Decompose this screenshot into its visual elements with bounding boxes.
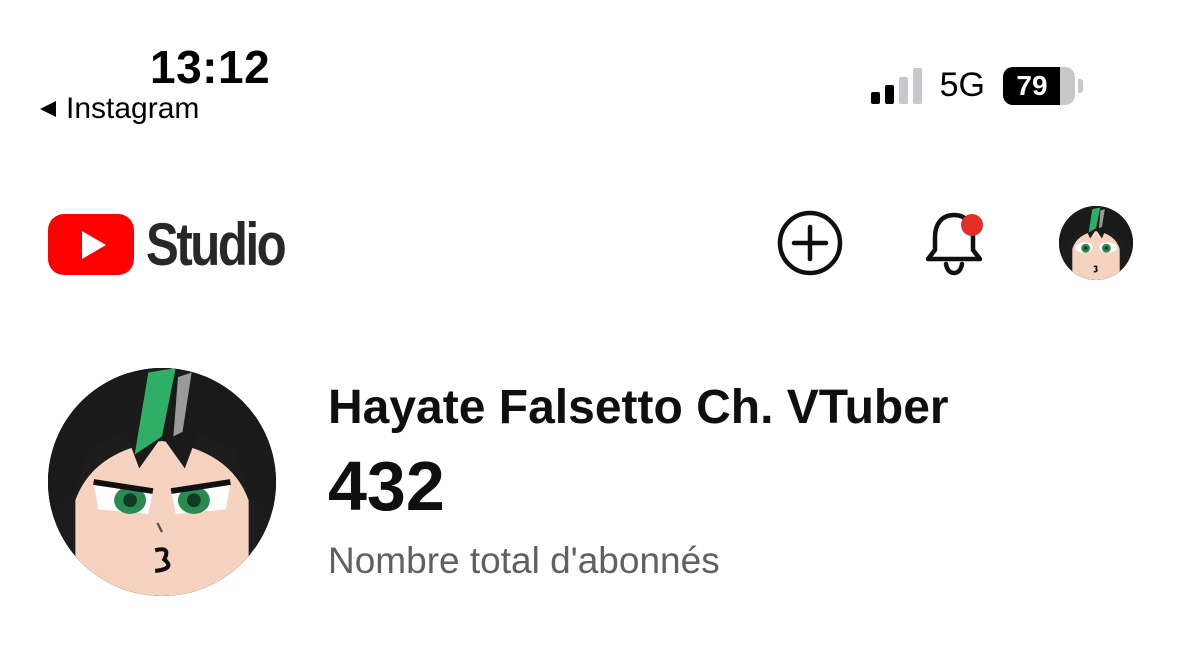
- create-plus-icon: [777, 210, 843, 276]
- studio-wordmark: Studio: [146, 211, 287, 278]
- avatar-image: [48, 368, 276, 596]
- avatar-image: [1059, 206, 1133, 280]
- battery-icon: 79: [1003, 66, 1083, 105]
- header-actions: [773, 206, 1133, 280]
- account-avatar[interactable]: [1059, 206, 1133, 280]
- channel-name: Hayate Falsetto Ch. VTuber: [328, 381, 949, 434]
- cellular-signal-icon: [870, 67, 922, 104]
- youtube-play-icon: [48, 214, 134, 275]
- youtube-studio-logo[interactable]: Studio: [48, 210, 315, 279]
- play-triangle-icon: [81, 230, 106, 259]
- subscriber-label: Nombre total d'abonnés: [328, 540, 720, 581]
- channel-summary: Hayate Falsetto Ch. VTuber 432 Nombre to…: [48, 368, 949, 596]
- status-indicators: 5G 79: [870, 66, 1083, 105]
- signal-bar: [912, 67, 922, 104]
- network-type: 5G: [939, 66, 985, 104]
- signal-bar: [870, 91, 880, 104]
- subscriber-count: 432: [328, 447, 445, 525]
- battery-body: 79: [1003, 66, 1075, 105]
- create-button[interactable]: [773, 206, 847, 280]
- back-app-label: Instagram: [66, 92, 200, 125]
- notifications-button[interactable]: [917, 206, 991, 280]
- status-time: 13:12: [150, 41, 271, 93]
- channel-avatar[interactable]: [48, 368, 276, 596]
- back-to-app-link[interactable]: Instagram: [40, 92, 199, 126]
- channel-info: Hayate Falsetto Ch. VTuber 432 Nombre to…: [328, 368, 949, 584]
- notification-badge: [961, 214, 983, 236]
- signal-bar: [884, 84, 894, 104]
- battery-cap: [1078, 78, 1083, 93]
- signal-bar: [898, 76, 908, 104]
- battery-percent: 79: [1016, 69, 1048, 101]
- back-arrow-icon: [40, 101, 56, 117]
